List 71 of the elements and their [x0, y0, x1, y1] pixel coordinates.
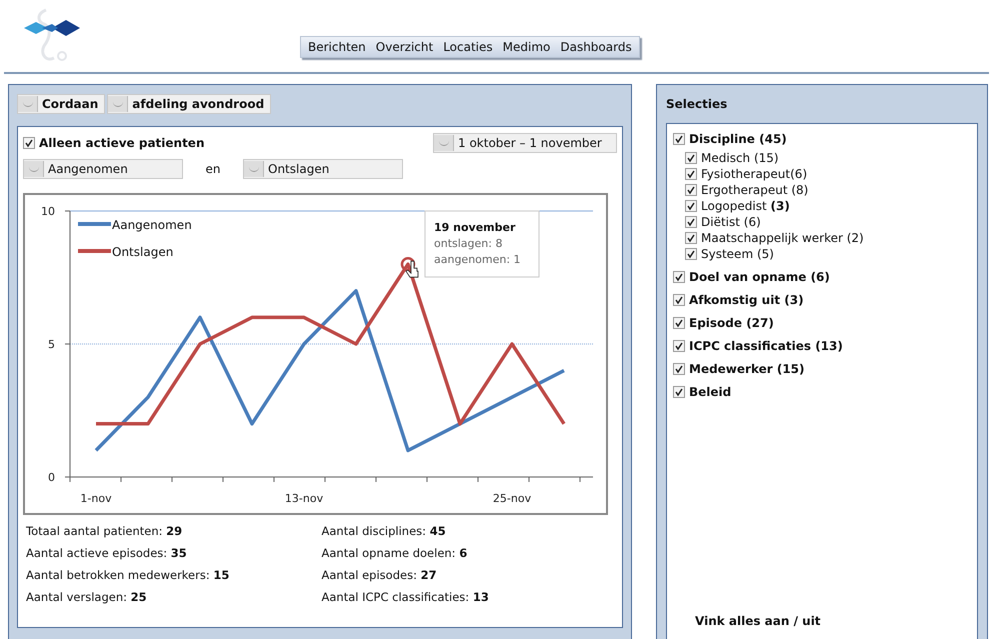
checkbox-label: Medisch (15) — [701, 151, 779, 165]
tooltip-text: ontslagen: 8 — [434, 237, 502, 250]
panel-title: Selecties — [666, 96, 728, 113]
period-dropdown[interactable]: 1 oktober – 1 november — [433, 133, 617, 153]
stat-text: Aantal episodes: 27 — [322, 567, 438, 583]
checkbox-label: Maatschappelijk werker (2) — [701, 231, 864, 245]
axis-label: 1-nov — [80, 492, 112, 505]
checkbox[interactable] — [673, 340, 685, 352]
filter-dropdown[interactable]: afdeling avondrood — [107, 94, 272, 114]
checkbox[interactable] — [673, 317, 685, 329]
series-dropdown[interactable]: Aangenomen — [23, 159, 183, 179]
toggle-all-link[interactable]: Vink alles aan / uit — [695, 614, 971, 628]
stat-text: Aantal verslagen: 25 — [26, 589, 148, 605]
dropdown-icon — [18, 96, 38, 112]
checkbox[interactable] — [673, 271, 685, 283]
nav-link[interactable]: Berichten — [303, 40, 371, 54]
axis-label: 13-nov — [284, 492, 324, 505]
checkbox[interactable] — [673, 386, 685, 398]
stat-text: Aantal actieve episodes: 35 — [26, 545, 188, 561]
checkbox[interactable] — [685, 184, 697, 196]
joiner-text: en — [204, 162, 222, 176]
legend-label: Aangenomen — [112, 218, 192, 232]
series-dropdown[interactable]: Ontslagen — [243, 159, 403, 179]
stat-text: Aantal ICPC classificaties: 13 — [322, 589, 490, 605]
stat-text: Aantal betrokken medewerkers: 15 — [26, 567, 230, 583]
stat-text: Aantal opname doelen: 6 — [322, 545, 468, 561]
checkbox[interactable] — [673, 133, 685, 145]
checkbox[interactable] — [685, 232, 697, 244]
checkbox-label: Afkomstig uit (3) — [689, 293, 804, 307]
filter-dropdown[interactable]: Cordaan — [17, 94, 106, 114]
nav-link[interactable]: Medimo — [498, 40, 556, 54]
checkbox[interactable] — [673, 294, 685, 306]
tooltip-title: 19 november — [434, 221, 516, 234]
checkbox-label: Doel van opname (6) — [689, 270, 830, 284]
legend-swatch — [78, 249, 111, 253]
axis-label: 5 — [48, 338, 55, 351]
checkbox[interactable] — [23, 137, 35, 149]
stat-text: Aantal disciplines: 45 — [322, 523, 447, 539]
dropdown-icon — [24, 161, 44, 177]
checkbox[interactable] — [685, 200, 697, 212]
nav-link[interactable]: Overzicht — [370, 40, 438, 54]
legend-swatch — [78, 222, 111, 226]
checkbox-label: Logopedist (3) — [701, 199, 790, 213]
dropdown-icon — [108, 96, 128, 112]
checkbox-label: Alleen actieve patienten — [39, 136, 204, 150]
axis-label: 25-nov — [492, 492, 532, 505]
hand-cursor-icon — [405, 260, 418, 278]
checkbox-label: Medewerker (15) — [689, 362, 805, 376]
checkbox[interactable] — [685, 168, 697, 180]
dropdown-icon — [244, 161, 264, 177]
nav-link[interactable]: Locaties — [438, 40, 498, 54]
checkbox-label: Ergotherapeut (8) — [701, 183, 808, 197]
point-marker[interactable] — [400, 256, 416, 272]
dropdown-icon — [434, 135, 454, 151]
nav-link[interactable]: Dashboards — [555, 40, 637, 54]
legend-label: Ontslagen — [112, 245, 174, 259]
checkbox[interactable] — [685, 248, 697, 260]
checkbox[interactable] — [685, 216, 697, 228]
checkbox-label: ICPC classificaties (13) — [689, 339, 843, 353]
checkbox[interactable] — [673, 363, 685, 375]
checkbox-label: Fysiotherapeut(6) — [701, 167, 808, 181]
checkbox[interactable] — [685, 152, 697, 164]
checkbox-label: Systeem (5) — [701, 247, 774, 261]
axis-label: 0 — [48, 471, 55, 484]
checkbox-label: Discipline (45) — [689, 132, 787, 146]
checkbox-label: Diëtist (6) — [701, 215, 761, 229]
axis-label: 10 — [41, 205, 55, 218]
checkbox-label: Beleid — [689, 385, 732, 399]
tooltip-text: aangenomen: 1 — [434, 253, 521, 266]
stat-text: Totaal aantal patienten: 29 — [26, 523, 184, 539]
checkbox-label: Episode (27) — [689, 316, 774, 330]
